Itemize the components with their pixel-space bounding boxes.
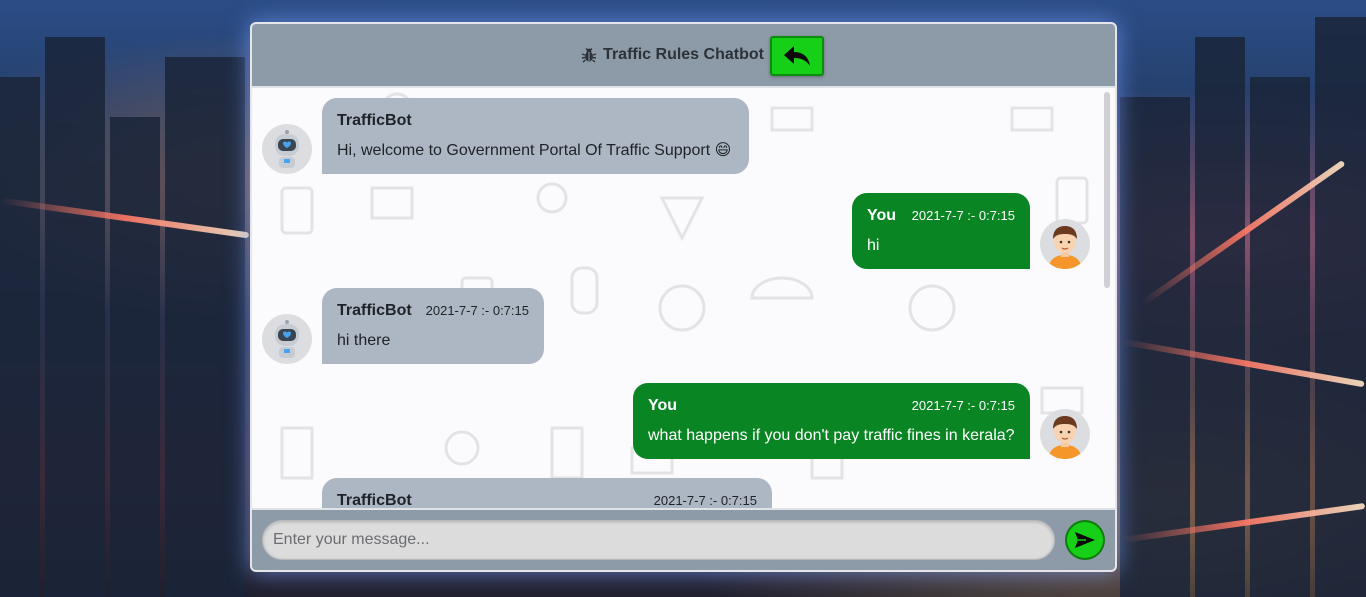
message-row: TrafficBot 2021-7-7 :- 0:7:15 bbox=[322, 478, 772, 510]
message-timestamp: 2021-7-7 :- 0:7:15 bbox=[425, 303, 529, 318]
chat-composer bbox=[252, 508, 1115, 570]
bot-message-bubble: TrafficBot 2021-7-7 :- 0:7:15 bbox=[322, 478, 772, 510]
bug-icon bbox=[581, 48, 597, 63]
bot-message-bubble: TrafficBot 2021-7-7 :- 0:7:15 hi there bbox=[322, 288, 544, 364]
message-sender: You bbox=[867, 207, 897, 224]
user-message-bubble: You 2021-7-7 :- 0:7:15 what happens if y… bbox=[633, 383, 1030, 459]
message-text: Hi, welcome to Government Portal Of Traf… bbox=[337, 142, 732, 159]
person-icon bbox=[1048, 226, 1082, 269]
robot-icon bbox=[275, 130, 299, 168]
bot-message-bubble: TrafficBot Hi, welcome to Government Por… bbox=[322, 98, 749, 174]
back-button[interactable] bbox=[770, 36, 824, 76]
send-arrow-icon bbox=[1075, 532, 1096, 548]
message-text: hi bbox=[867, 237, 880, 254]
message-sender: TrafficBot bbox=[337, 302, 412, 319]
message-timestamp: 2021-7-7 :- 0:7:15 bbox=[653, 493, 757, 508]
chat-messages-area[interactable]: TrafficBot Hi, welcome to Government Por… bbox=[252, 88, 1115, 510]
message-input[interactable] bbox=[262, 520, 1056, 560]
chat-header: Traffic Rules Chatbot bbox=[252, 24, 1115, 88]
message-sender: You bbox=[648, 397, 678, 414]
chat-title-group: Traffic Rules Chatbot bbox=[581, 46, 786, 64]
robot-icon bbox=[275, 320, 299, 358]
message-row: You 2021-7-7 :- 0:7:15 what happens if y… bbox=[633, 383, 1090, 459]
chat-window: Traffic Rules Chatbot TrafficBot Hi, wel… bbox=[250, 22, 1117, 572]
message-text: hi there bbox=[337, 332, 391, 349]
message-row: TrafficBot 2021-7-7 :- 0:7:15 hi there bbox=[262, 288, 544, 364]
user-avatar bbox=[1040, 219, 1090, 269]
send-button[interactable] bbox=[1065, 520, 1105, 560]
reply-arrow-icon bbox=[784, 46, 810, 66]
message-timestamp: 2021-7-7 :- 0:7:15 bbox=[911, 398, 1015, 413]
page-title: Traffic Rules Chatbot bbox=[603, 46, 764, 63]
message-text: what happens if you don't pay traffic fi… bbox=[648, 427, 1015, 444]
user-avatar bbox=[1040, 409, 1090, 459]
message-row: You 2021-7-7 :- 0:7:15 hi bbox=[852, 193, 1090, 269]
person-icon bbox=[1048, 416, 1082, 459]
user-message-bubble: You 2021-7-7 :- 0:7:15 hi bbox=[852, 193, 1030, 269]
message-timestamp: 2021-7-7 :- 0:7:15 bbox=[911, 208, 1015, 223]
message-sender: TrafficBot bbox=[337, 112, 412, 129]
message-row: TrafficBot Hi, welcome to Government Por… bbox=[262, 98, 749, 174]
robot-avatar bbox=[262, 124, 312, 174]
robot-avatar bbox=[262, 314, 312, 364]
scrollbar[interactable] bbox=[1104, 92, 1110, 288]
